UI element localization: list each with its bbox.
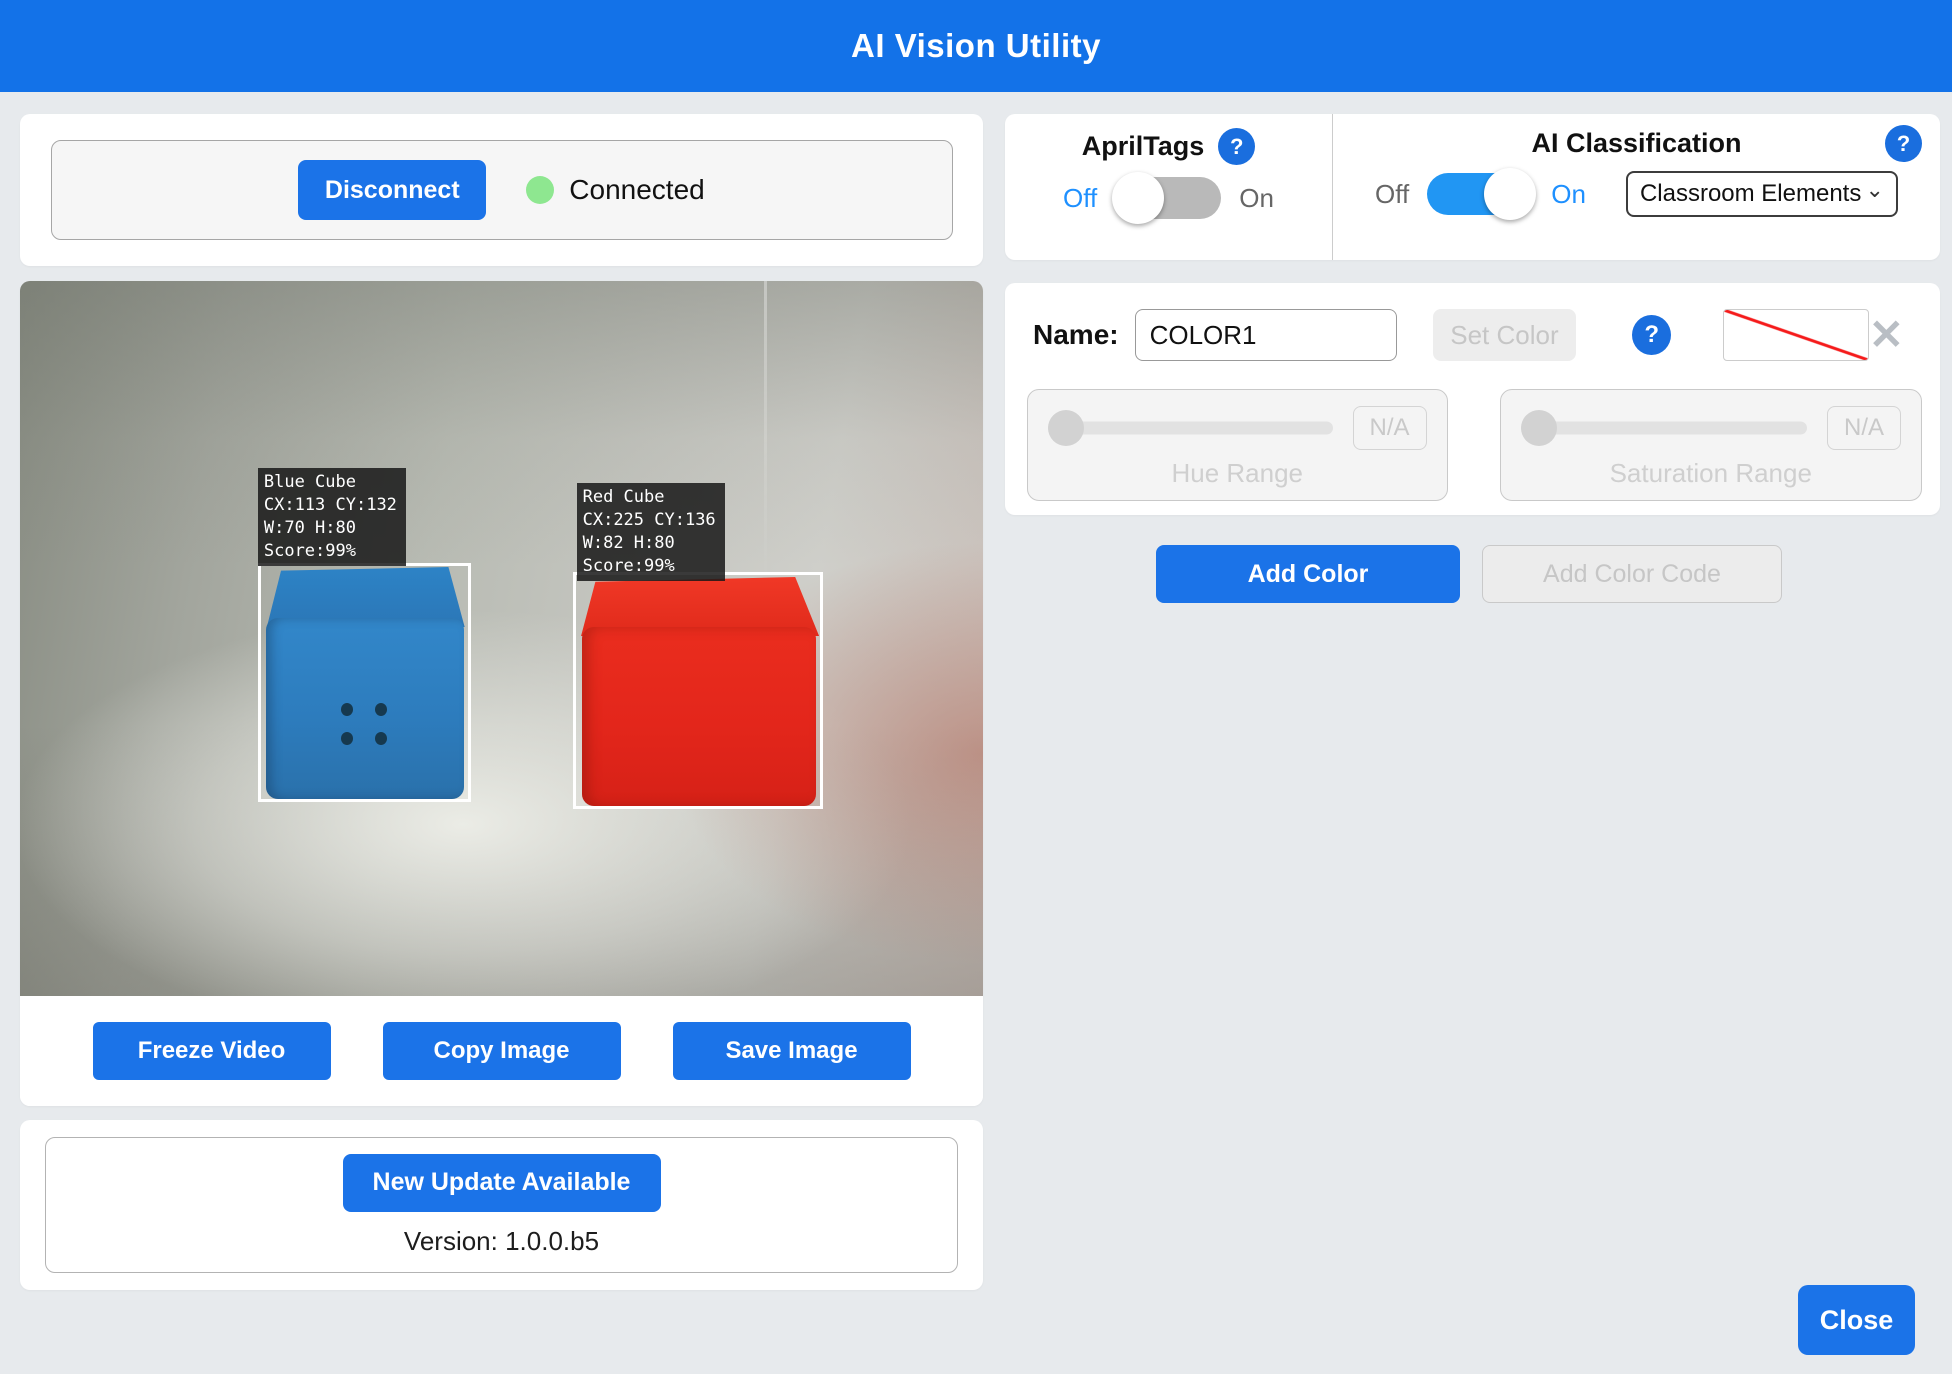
apriltags-off-label: Off	[1063, 183, 1097, 214]
title-bar: AI Vision Utility	[0, 0, 1952, 92]
apriltags-on-label: On	[1239, 183, 1274, 214]
hue-range-group: N/A Hue Range	[1027, 389, 1448, 501]
video-card: Blue Cube CX:113 CY:132 W:70 H:80 Score:…	[20, 281, 983, 1106]
apriltags-title: AprilTags	[1082, 131, 1205, 162]
sliders-row: N/A Hue Range N/A Saturation Range	[1027, 389, 1922, 501]
color-name-row: Name: Set Color ? ✕	[1033, 309, 1922, 361]
video-button-row: Freeze Video Copy Image Save Image	[20, 996, 983, 1106]
status-text: Connected	[569, 174, 704, 206]
blue-cube-detection-label: Blue Cube CX:113 CY:132 W:70 H:80 Score:…	[258, 468, 406, 566]
ai-classification-section: AI Classification ? Off On Classroom Ele…	[1333, 114, 1940, 260]
set-color-help-icon[interactable]: ?	[1632, 315, 1671, 355]
disconnect-button[interactable]: Disconnect	[298, 160, 486, 220]
apriltags-section: AprilTags ? Off On	[1005, 114, 1333, 260]
close-icon[interactable]: ✕	[1869, 314, 1904, 356]
set-color-button[interactable]: Set Color	[1433, 309, 1577, 361]
ai-vision-utility-window: AI Vision Utility Disconnect Connected	[0, 0, 1952, 1382]
save-image-button[interactable]: Save Image	[673, 1022, 911, 1080]
color-swatch-empty	[1723, 309, 1869, 361]
add-color-button[interactable]: Add Color	[1156, 545, 1460, 603]
apriltags-toggle[interactable]	[1115, 177, 1221, 219]
toggles-card: AprilTags ? Off On AI Classification ? O…	[1005, 114, 1940, 260]
red-cube-detection-label: Red Cube CX:225 CY:136 W:82 H:80 Score:9…	[577, 483, 725, 581]
freeze-video-button[interactable]: Freeze Video	[93, 1022, 331, 1080]
ai-off-label: Off	[1375, 179, 1409, 210]
hue-range-label: Hue Range	[1048, 458, 1427, 489]
saturation-slider[interactable]	[1521, 410, 1807, 446]
color-actions-row: Add Color Add Color Code	[1005, 545, 1940, 603]
camera-feed: Blue Cube CX:113 CY:132 W:70 H:80 Score:…	[20, 281, 983, 996]
ai-classification-title: AI Classification	[1531, 128, 1741, 159]
saturation-range-label: Saturation Range	[1521, 458, 1901, 489]
update-card: New Update Available Version: 1.0.0.b5	[20, 1120, 983, 1290]
red-cube-bounding-box	[573, 572, 823, 809]
saturation-range-group: N/A Saturation Range	[1500, 389, 1922, 501]
page-title: AI Vision Utility	[851, 27, 1101, 65]
add-color-code-button[interactable]: Add Color Code	[1482, 545, 1782, 603]
right-column: AprilTags ? Off On AI Classification ? O…	[1005, 114, 1940, 603]
copy-image-button[interactable]: Copy Image	[383, 1022, 621, 1080]
hue-slider[interactable]	[1048, 410, 1333, 446]
update-box: New Update Available Version: 1.0.0.b5	[45, 1137, 958, 1273]
hue-slider-knob[interactable]	[1048, 410, 1084, 446]
connection-box: Disconnect Connected	[51, 140, 953, 240]
bottom-strip	[0, 1374, 1952, 1382]
blue-cube-bounding-box	[258, 563, 471, 803]
color-name-input[interactable]	[1135, 309, 1397, 361]
version-text: Version: 1.0.0.b5	[404, 1226, 599, 1257]
ai-classification-toggle[interactable]	[1427, 173, 1533, 215]
apriltags-help-icon[interactable]: ?	[1218, 128, 1255, 165]
saturation-value-box: N/A	[1827, 406, 1901, 450]
model-dropdown-value: Classroom Elements	[1640, 180, 1861, 208]
ai-on-label: On	[1551, 179, 1586, 210]
saturation-slider-knob[interactable]	[1521, 410, 1557, 446]
hue-value-box: N/A	[1353, 406, 1427, 450]
new-update-button[interactable]: New Update Available	[343, 1154, 661, 1212]
status-dot-icon	[526, 176, 554, 204]
connection-status: Connected	[526, 174, 704, 206]
name-label: Name:	[1033, 319, 1119, 351]
color-config-card: Name: Set Color ? ✕ N/A Hue Range	[1005, 283, 1940, 515]
left-column: Disconnect Connected	[20, 114, 983, 1290]
chevron-down-icon: ⌄	[1866, 177, 1884, 203]
ai-classification-help-icon[interactable]: ?	[1885, 125, 1922, 162]
close-button[interactable]: Close	[1798, 1285, 1915, 1355]
model-dropdown[interactable]: Classroom Elements ⌄	[1626, 171, 1898, 217]
scene-wall-corner	[764, 281, 767, 581]
connection-card: Disconnect Connected	[20, 114, 983, 266]
